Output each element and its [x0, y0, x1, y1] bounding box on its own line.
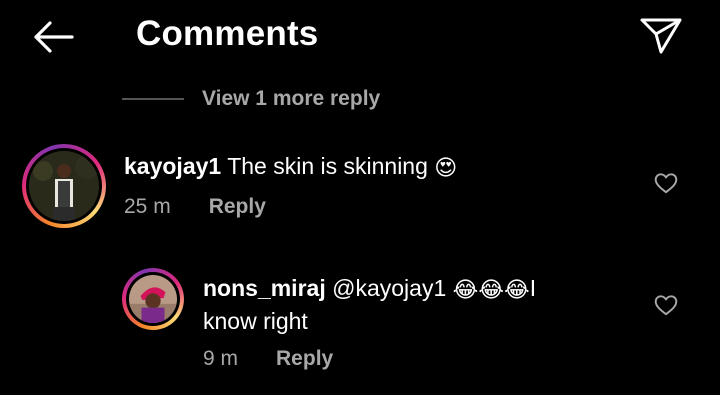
mention-link[interactable]: @kayojay1 — [332, 275, 446, 301]
reply-body: nons_miraj @kayojay1 😂😂😂I know right — [203, 273, 593, 337]
paper-plane-icon[interactable] — [638, 14, 684, 56]
avatar-ring-gap — [26, 148, 102, 224]
view-more-replies[interactable]: View 1 more reply — [122, 84, 380, 114]
comment-meta: 25 m Reply — [124, 195, 266, 219]
comment-username[interactable]: kayojay1 — [124, 153, 221, 179]
heart-eyes-emoji: 😍 — [434, 156, 458, 181]
avatar-ring-gap — [126, 272, 180, 326]
reply-button[interactable]: Reply — [276, 347, 333, 371]
reply-meta: 9 m Reply — [203, 347, 333, 371]
reply-timestamp: 9 m — [203, 347, 239, 370]
avatar-nons-miraj[interactable] — [122, 268, 184, 330]
reply-button[interactable]: Reply — [209, 195, 266, 219]
comment-text: The skin is skinning — [227, 153, 428, 179]
view-more-replies-label[interactable]: View 1 more reply — [202, 87, 380, 111]
comment-timestamp: 25 m — [124, 195, 171, 218]
page-title: Comments — [136, 14, 319, 53]
avatar-photo — [29, 151, 99, 221]
avatar-photo — [129, 275, 177, 323]
avatar-kayojay1[interactable] — [22, 144, 106, 228]
laughing-emoji: 😂😂😂 — [452, 278, 530, 303]
top-bar: Comments — [0, 0, 720, 72]
heart-outline-icon[interactable] — [653, 292, 679, 318]
heart-outline-icon[interactable] — [653, 170, 679, 196]
back-arrow-icon[interactable] — [30, 18, 76, 56]
comment-body: kayojay1 The skin is skinning 😍 — [124, 151, 457, 184]
reply-username[interactable]: nons_miraj — [203, 275, 326, 301]
thread-divider — [122, 98, 184, 100]
